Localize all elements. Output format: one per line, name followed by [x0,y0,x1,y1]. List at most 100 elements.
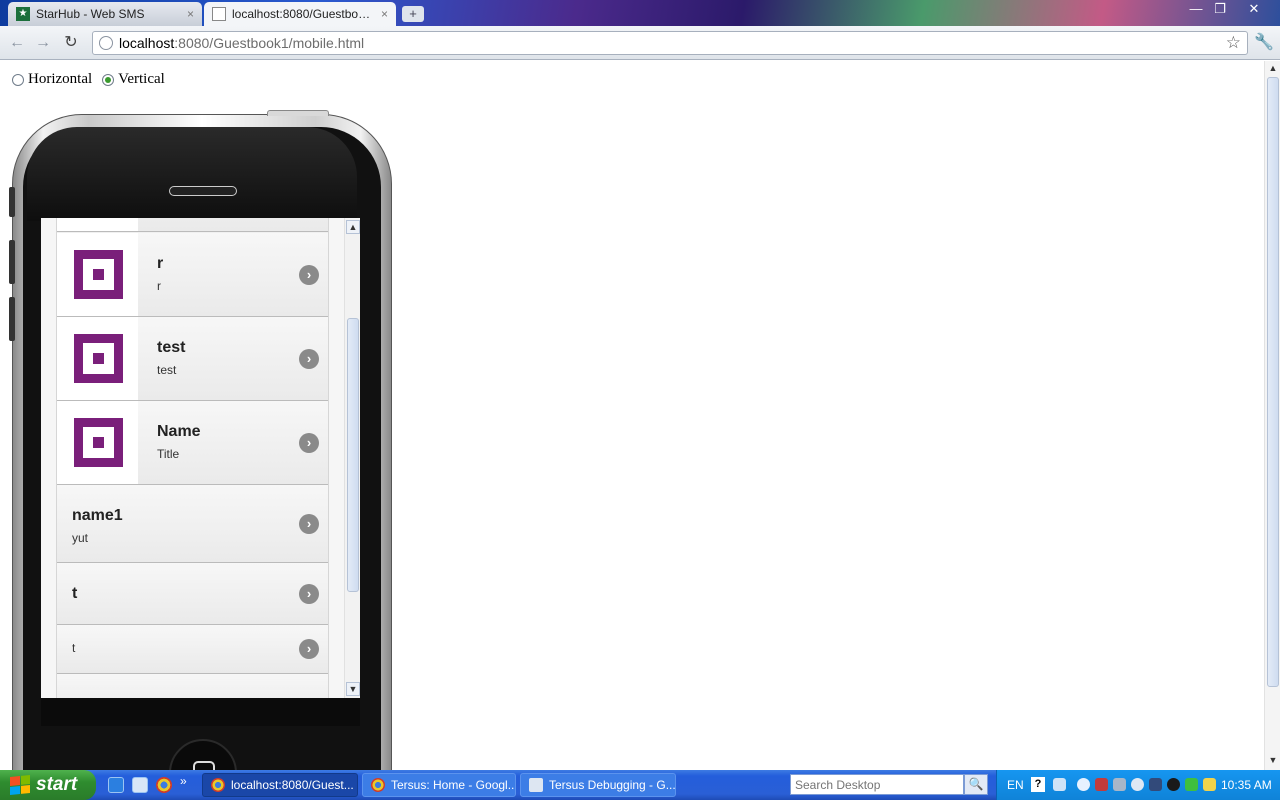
start-label: start [36,774,78,795]
list-item[interactable] [57,674,328,698]
scroll-down-arrow-icon[interactable]: ▼ [346,682,360,696]
new-tab-button[interactable]: + [402,6,424,22]
battery-icon[interactable] [1203,778,1216,791]
back-button[interactable]: ← [6,32,28,54]
tab-guestbook[interactable]: localhost:8080/Guestbook1... × [204,2,396,26]
orientation-vertical[interactable]: Vertical [102,71,165,88]
chevron-right-icon[interactable]: › [299,349,319,369]
shield-icon[interactable] [1167,778,1180,791]
reload-button[interactable]: ↻ [60,32,82,54]
chevron-right-icon[interactable]: › [299,514,319,534]
network-icon[interactable] [1053,778,1066,791]
back-arrow-icon[interactable] [1077,778,1090,791]
speaker-grille [169,186,237,196]
debug-window-icon [529,778,543,792]
list-item[interactable]: t › [57,563,328,625]
page-scrollbar[interactable]: ▲ ▼ [1264,61,1280,770]
entry-title: r [157,255,164,272]
volume-up-button [9,240,15,284]
orientation-label: Vertical [118,71,165,87]
tpm-icon[interactable] [1149,778,1162,791]
entry-title: t [72,585,78,602]
address-bar[interactable]: localhost:8080/Guestbook1/mobile.html ☆ [92,31,1248,55]
thumb-cell [57,317,138,400]
wireless-icon[interactable] [1185,778,1198,791]
scroll-down-arrow-icon[interactable]: ▼ [1266,754,1280,768]
page-icon [212,7,226,21]
entry-subtitle: test [157,363,177,377]
tab-close-icon[interactable]: × [381,7,388,21]
chevron-right-icon[interactable]: › [299,433,319,453]
tab-label: StarHub - Web SMS [36,7,145,21]
scroll-up-arrow-icon[interactable]: ▲ [346,220,360,234]
phone-top-bezel [27,127,357,221]
volume-down-button [9,297,15,341]
close-window-button[interactable]: ✕ [1242,0,1266,18]
forward-button[interactable]: → [32,32,54,54]
entry-subtitle: Title [157,447,180,461]
internet-explorer-icon[interactable] [108,777,124,793]
chrome-icon[interactable] [156,777,172,793]
tab-strip: ★ StarHub - Web SMS × localhost:8080/Gue… [0,0,1280,26]
bookmark-star-icon[interactable]: ☆ [1226,33,1241,53]
task-localhost[interactable]: localhost:8080/Guest... [202,773,358,797]
desktop-search-input[interactable] [790,774,964,795]
power-button [267,110,329,116]
windows-taskbar: start » localhost:8080/Guest... Tersus: … [0,770,1280,800]
list-item[interactable]: Name Title › [57,401,328,485]
list-item[interactable] [57,218,328,232]
show-desktop-icon[interactable] [132,777,148,793]
minimize-button[interactable]: — [1184,0,1208,18]
radio-icon[interactable] [12,73,24,86]
radio-checked-icon[interactable] [102,73,115,86]
language-indicator[interactable]: EN [1007,778,1024,792]
quicklaunch-overflow-icon[interactable]: » [180,774,187,788]
task-tersus-debugging[interactable]: Tersus Debugging - G... [520,773,676,797]
entry-thumbnail-icon [74,250,123,299]
guestbook-list: r r › test test › Name Title › name1 yut… [56,218,329,698]
list-item[interactable]: r r › [57,233,328,317]
security-icon[interactable] [1095,778,1108,791]
tab-starhub[interactable]: ★ StarHub - Web SMS × [8,2,202,26]
starhub-favicon-icon: ★ [16,7,30,21]
browser-toolbar: ← → ↻ localhost:8080/Guestbook1/mobile.h… [0,26,1280,60]
url-text: localhost:8080/Guestbook1/mobile.html [119,35,364,51]
page-content: Horizontal Vertical r r › test test › Na… [0,61,1264,770]
mute-switch [9,187,15,217]
settings-icon[interactable] [1113,778,1126,791]
entry-subtitle: t [72,641,76,655]
scrollbar-thumb[interactable] [347,318,359,592]
help-icon[interactable]: ? [1031,777,1045,792]
restore-button[interactable]: ❐ [1208,0,1232,18]
list-item[interactable]: name1 yut › [57,485,328,563]
orientation-selector: Horizontal Vertical [12,71,165,88]
entry-title: Name [157,423,201,440]
task-tersus-home[interactable]: Tersus: Home - Googl... [362,773,516,797]
chevron-right-icon[interactable]: › [299,639,319,659]
start-button[interactable]: start [0,770,96,800]
chevron-right-icon[interactable]: › [299,265,319,285]
wrench-menu-icon[interactable]: 🔧 [1254,32,1274,54]
clock[interactable]: 10:35 AM [1221,778,1272,792]
phone-screen: r r › test test › Name Title › name1 yut… [41,218,360,698]
search-icon[interactable]: 🔍 [964,774,988,795]
chrome-icon [211,778,225,792]
system-tray: EN ? 10:35 AM [996,770,1280,800]
page-scrollbar-thumb[interactable] [1267,77,1279,687]
magnifier-icon[interactable] [1131,778,1144,791]
chevron-right-icon[interactable]: › [299,584,319,604]
list-item[interactable]: t › [57,625,328,674]
thumb-cell [57,218,138,231]
list-scrollbar[interactable]: ▲ ▼ [344,218,360,698]
list-item[interactable]: test test › [57,317,328,401]
windows-logo-icon [10,774,30,796]
phone-screen-bottom [41,698,360,726]
scroll-up-arrow-icon[interactable]: ▲ [1266,62,1280,76]
task-label: localhost:8080/Guest... [231,778,354,792]
task-label: Tersus: Home - Googl... [391,778,516,792]
entry-title: name1 [72,507,123,524]
tab-close-icon[interactable]: × [187,7,194,21]
url-host: localhost [119,35,175,51]
orientation-horizontal[interactable]: Horizontal [12,71,92,88]
orientation-label: Horizontal [28,71,93,87]
